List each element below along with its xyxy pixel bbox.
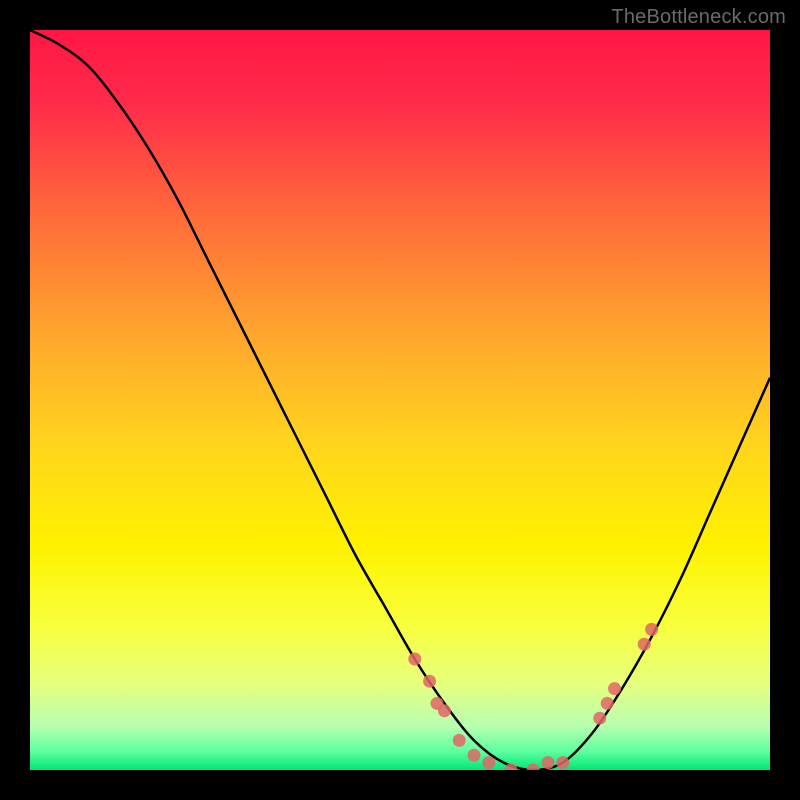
data-point <box>645 623 658 636</box>
data-point <box>408 653 421 666</box>
highlighted-points <box>408 623 658 770</box>
data-point <box>527 764 540 771</box>
data-point <box>542 756 555 769</box>
watermark-text: TheBottleneck.com <box>611 6 786 29</box>
data-point <box>593 712 606 725</box>
data-point <box>423 675 436 688</box>
bottleneck-curve <box>30 30 770 770</box>
data-point <box>638 638 651 651</box>
data-point <box>608 682 621 695</box>
data-point <box>601 697 614 710</box>
chart-curve-layer <box>30 30 770 770</box>
data-point <box>556 756 569 769</box>
chart-plot-area <box>30 30 770 770</box>
data-point <box>468 749 481 762</box>
data-point <box>482 756 495 769</box>
data-point <box>453 734 466 747</box>
data-point <box>438 704 451 717</box>
